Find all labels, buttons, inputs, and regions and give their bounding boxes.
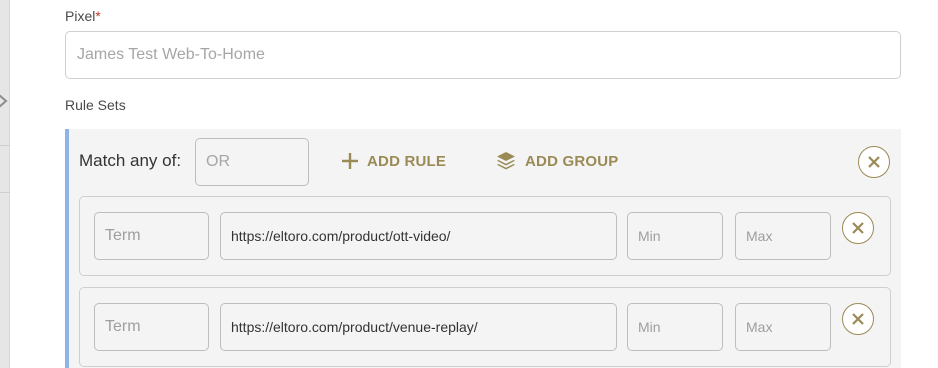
required-marker: * xyxy=(95,8,101,24)
min-input[interactable] xyxy=(627,212,723,260)
close-icon xyxy=(852,313,864,325)
term-input[interactable] xyxy=(94,212,209,260)
operator-input[interactable] xyxy=(195,138,309,186)
rule-row xyxy=(79,196,891,276)
url-input[interactable] xyxy=(220,303,617,351)
close-icon xyxy=(852,222,864,234)
pixel-input[interactable] xyxy=(65,31,901,79)
remove-rule-button[interactable] xyxy=(842,303,874,335)
max-input[interactable] xyxy=(735,212,831,260)
divider xyxy=(0,192,10,193)
match-label: Match any of: xyxy=(79,151,182,170)
plus-icon xyxy=(341,152,359,170)
rule-row xyxy=(79,287,891,367)
add-group-button[interactable]: ADD GROUP xyxy=(495,149,618,173)
max-input[interactable] xyxy=(735,303,831,351)
pixel-label: Pixel* xyxy=(65,8,101,24)
add-rule-button[interactable]: ADD RULE xyxy=(341,149,446,173)
url-input[interactable] xyxy=(220,212,617,260)
remove-group-button[interactable] xyxy=(858,146,890,178)
rule-sets-label: Rule Sets xyxy=(65,97,126,113)
remove-rule-button[interactable] xyxy=(842,212,874,244)
term-input[interactable] xyxy=(94,303,209,351)
min-input[interactable] xyxy=(627,303,723,351)
close-icon xyxy=(868,156,880,168)
add-rule-label: ADD RULE xyxy=(367,152,447,170)
divider xyxy=(0,145,10,146)
rule-set-group: Match any of: ADD RULE ADD GROUP xyxy=(65,129,901,368)
backdrop-panel-edge xyxy=(0,0,10,368)
chevron-icon[interactable] xyxy=(0,93,11,113)
layers-icon xyxy=(495,150,517,172)
add-group-label: ADD GROUP xyxy=(525,152,619,170)
